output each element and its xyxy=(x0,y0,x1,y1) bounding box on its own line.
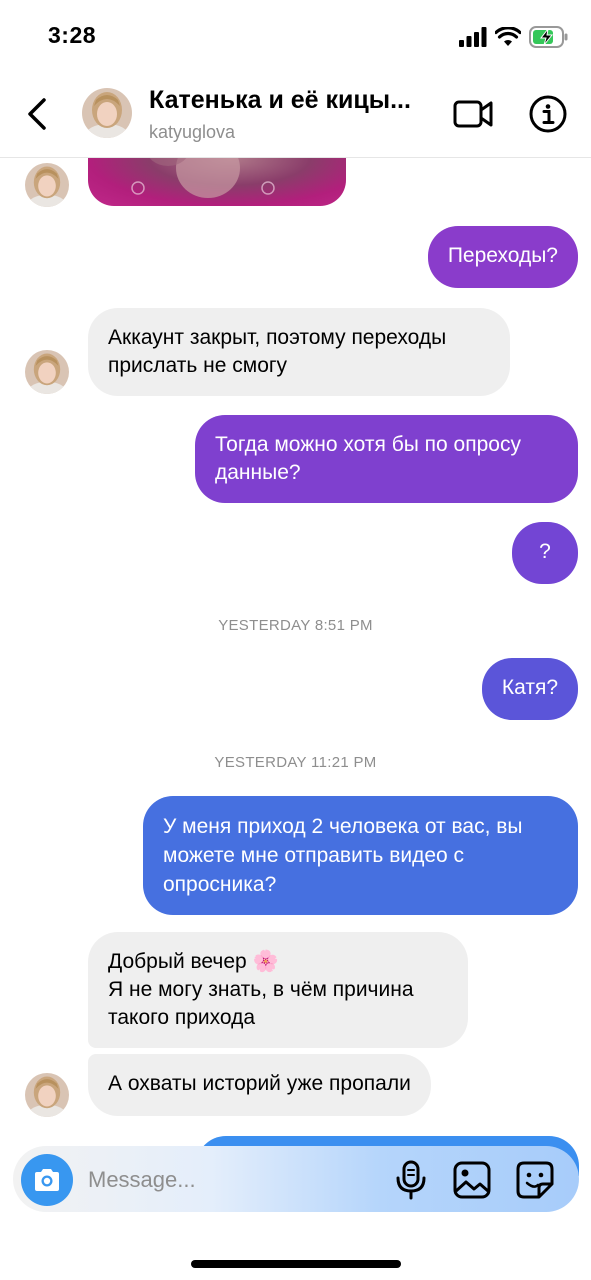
camera-button[interactable] xyxy=(21,1154,73,1206)
avatar-image xyxy=(25,350,69,394)
message-text: Тогда можно хотя бы по опросу данные? xyxy=(215,433,521,484)
media-message[interactable] xyxy=(88,158,346,206)
chat-header: Катенька и её кицы... katyuglova xyxy=(0,72,591,158)
battery-charging-icon xyxy=(529,26,568,48)
message-timestamp: YESTERDAY 8:51 PM xyxy=(218,617,373,634)
message-text: ? xyxy=(539,540,551,563)
message-outgoing[interactable]: Переходы? xyxy=(427,226,578,288)
message-thread[interactable]: Переходы? Аккаунт закрыт, поэтому перехо… xyxy=(0,158,591,1148)
message-outgoing[interactable]: У меня приход 2 человека от вас, вы може… xyxy=(143,796,578,915)
wifi-icon xyxy=(495,27,521,46)
message-text: Добрый вечер 🌸 xyxy=(108,950,279,973)
message-outgoing[interactable]: Тогда можно хотя бы по опросу данные? xyxy=(195,415,578,503)
message-text: Катя? xyxy=(501,676,558,699)
sender-avatar[interactable] xyxy=(25,163,69,207)
microphone-button[interactable] xyxy=(393,1158,429,1202)
avatar-image xyxy=(25,1073,69,1117)
back-button[interactable] xyxy=(22,94,56,134)
message-text: У меня приход 2 человека от вас, вы може… xyxy=(163,815,523,896)
message-timestamp: YESTERDAY 11:21 PM xyxy=(214,754,377,771)
message-text: Я не могу знать, в чём причина такого пр… xyxy=(108,978,414,1029)
sticker-button[interactable] xyxy=(514,1158,556,1202)
message-incoming[interactable]: Добрый вечер 🌸 Я не могу знать, в чём пр… xyxy=(88,932,468,1048)
status-bar: 3:28 xyxy=(0,0,591,72)
avatar-image xyxy=(82,88,132,138)
avatar-image xyxy=(25,163,69,207)
message-incoming[interactable]: А охваты историй уже пропали xyxy=(88,1054,431,1116)
camera-icon xyxy=(35,1169,59,1191)
message-input[interactable] xyxy=(88,1160,378,1200)
message-text: Аккаунт закрыт, поэтому переходы прислат… xyxy=(108,326,447,377)
sender-avatar[interactable] xyxy=(25,1073,69,1117)
message-text: А охваты историй уже пропали xyxy=(108,1072,411,1095)
message-text: Переходы? xyxy=(447,244,558,267)
cellular-signal-icon xyxy=(459,27,487,47)
message-incoming[interactable]: Аккаунт закрыт, поэтому переходы прислат… xyxy=(88,308,510,396)
status-icons xyxy=(459,24,569,50)
media-preview xyxy=(131,158,275,198)
gallery-button[interactable] xyxy=(452,1158,492,1202)
chat-title[interactable]: Катенька и её кицы... xyxy=(149,86,411,115)
info-button[interactable] xyxy=(528,94,568,134)
chat-username[interactable]: katyuglova xyxy=(149,122,235,143)
avatar[interactable] xyxy=(82,88,132,138)
status-time: 3:28 xyxy=(48,22,97,48)
home-indicator[interactable] xyxy=(191,1260,401,1268)
message-outgoing[interactable]: Катя? xyxy=(481,658,578,720)
message-outgoing[interactable]: ? xyxy=(512,522,578,584)
video-call-button[interactable] xyxy=(452,94,494,134)
sender-avatar[interactable] xyxy=(25,350,69,394)
